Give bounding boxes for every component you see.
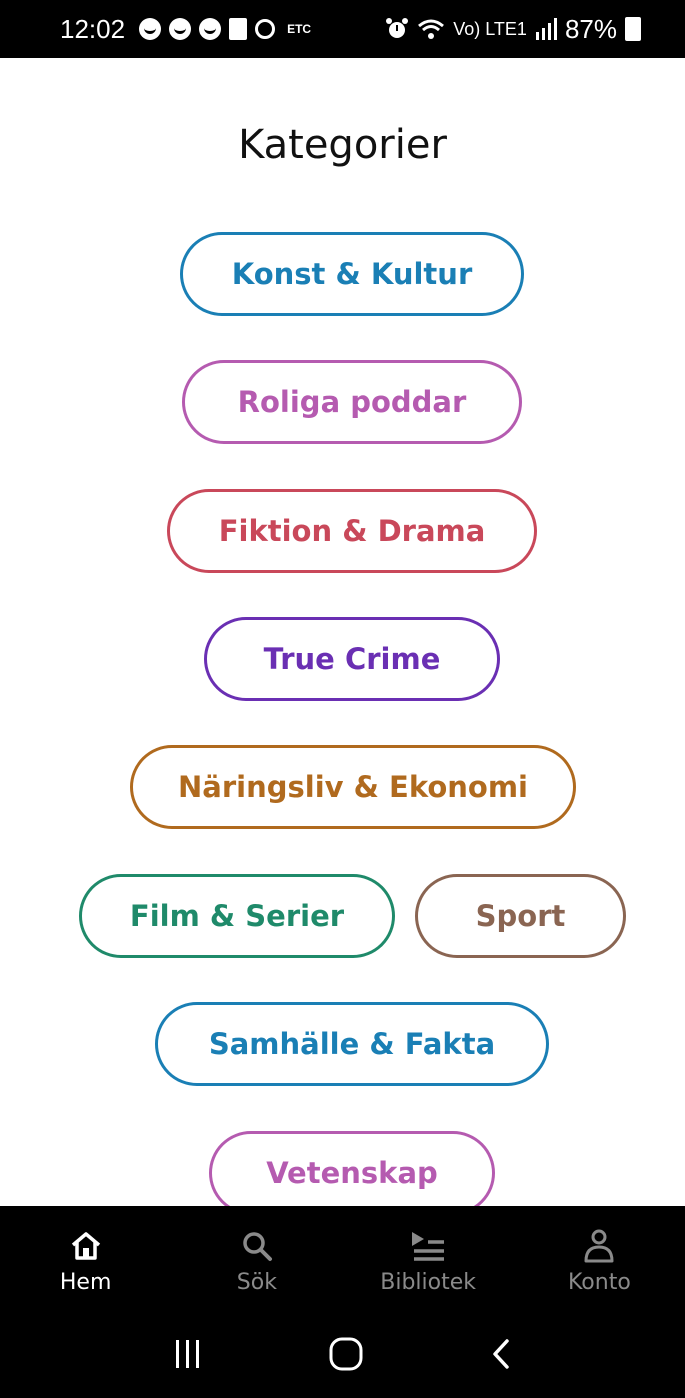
notification-icon bbox=[139, 18, 162, 40]
signal-icon bbox=[535, 18, 557, 40]
bottom-nav: Hem Sök Bibliotek Konto bbox=[0, 1206, 685, 1310]
search-icon bbox=[240, 1226, 274, 1266]
wifi-icon bbox=[418, 19, 445, 39]
page-title: Kategorier bbox=[238, 122, 447, 168]
nav-item-hem[interactable]: Hem bbox=[0, 1206, 171, 1310]
account-icon bbox=[582, 1226, 616, 1266]
nav-label-konto: Konto bbox=[567, 1270, 631, 1295]
category-film-serier[interactable]: Film & Serier bbox=[79, 874, 395, 958]
carrier-tag: ETC bbox=[287, 22, 312, 36]
nav-label-bibliotek: Bibliotek bbox=[380, 1270, 476, 1295]
nav-label-hem: Hem bbox=[59, 1270, 112, 1295]
shield-icon bbox=[255, 19, 276, 39]
notification-icon bbox=[199, 18, 222, 40]
system-nav-bar bbox=[0, 1310, 685, 1398]
category-fiktion-drama[interactable]: Fiktion & Drama bbox=[167, 489, 537, 573]
category-naringsliv-ekonomi[interactable]: Näringsliv & Ekonomi bbox=[130, 745, 576, 829]
nav-item-bibliotek[interactable]: Bibliotek bbox=[343, 1206, 514, 1310]
category-vetenskap[interactable]: Vetenskap bbox=[209, 1131, 495, 1215]
nav-item-sok[interactable]: Sök bbox=[171, 1206, 342, 1310]
status-bar: 12:02 ETC Vo) LTE1 87% bbox=[0, 0, 685, 58]
category-konst-kultur[interactable]: Konst & Kultur bbox=[180, 232, 524, 316]
nav-label-sok: Sök bbox=[236, 1270, 277, 1295]
home-circle-icon[interactable] bbox=[328, 1336, 364, 1372]
category-roliga-poddar[interactable]: Roliga poddar bbox=[182, 360, 522, 444]
nav-item-konto[interactable]: Konto bbox=[514, 1206, 685, 1310]
category-samhalle-fakta[interactable]: Samhälle & Fakta bbox=[155, 1002, 549, 1086]
network-label: Vo) LTE1 bbox=[453, 18, 527, 39]
library-icon bbox=[408, 1226, 448, 1266]
category-sport[interactable]: Sport bbox=[415, 874, 626, 958]
alarm-icon bbox=[386, 18, 409, 38]
recent-apps-icon[interactable] bbox=[173, 1338, 203, 1370]
notification-icon bbox=[169, 18, 192, 40]
sim-card-icon bbox=[229, 18, 248, 40]
category-true-crime[interactable]: True Crime bbox=[204, 617, 500, 701]
clock: 12:02 bbox=[60, 13, 126, 44]
back-icon[interactable] bbox=[489, 1338, 513, 1370]
battery-icon bbox=[625, 17, 641, 41]
battery-percent: 87% bbox=[564, 13, 617, 44]
home-icon bbox=[69, 1226, 103, 1266]
